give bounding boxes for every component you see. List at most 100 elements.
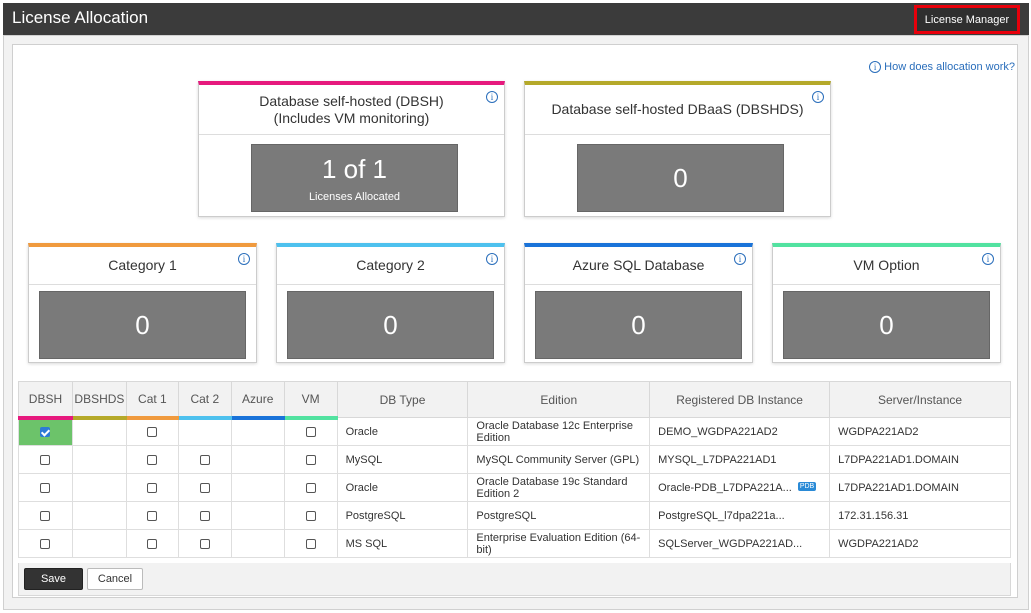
info-icon[interactable]: i <box>486 253 498 265</box>
allocation-cell <box>71 417 127 446</box>
cell-db-type: Oracle <box>336 473 469 502</box>
allocation-checkbox[interactable] <box>147 482 158 493</box>
cancel-button[interactable]: Cancel <box>87 568 143 590</box>
card-value-box: 0 <box>577 144 784 212</box>
allocation-cell <box>230 529 285 558</box>
instance-text: DEMO_WGDPA221AD2 <box>658 425 778 438</box>
allocation-cell[interactable] <box>283 417 338 446</box>
column-header-azure[interactable]: Azure <box>230 381 285 420</box>
column-header-server-instance[interactable]: Server/Instance <box>829 381 1011 418</box>
allocation-cell[interactable] <box>283 445 338 474</box>
column-header-dbsh[interactable]: DBSH <box>18 381 73 420</box>
column-header-registered-db-instance[interactable]: Registered DB Instance <box>649 381 831 418</box>
edition-text: Enterprise Evaluation Edition (64-bit) <box>476 531 641 556</box>
card-vm: VM Option i 0 <box>772 243 1001 363</box>
server-text: L7DPA221AD1.DOMAIN <box>838 481 959 494</box>
top-bar: License Allocation License Manager <box>3 3 1029 35</box>
allocation-checkbox[interactable] <box>147 510 158 521</box>
allocation-checkbox[interactable] <box>305 510 316 521</box>
card-value: 1 of 1 <box>321 153 388 184</box>
table-footer: Save Cancel <box>18 563 1011 596</box>
allocation-checkbox[interactable] <box>305 538 316 549</box>
allocation-checkbox[interactable] <box>305 454 316 465</box>
allocation-cell[interactable] <box>18 473 73 502</box>
card-title-line1: Database self-hosted (DBSH) <box>259 92 444 109</box>
instance-text: Oracle-PDB_L7DPA221A... <box>658 481 792 494</box>
cell-db-type: PostgreSQL <box>336 501 469 530</box>
allocation-cell[interactable] <box>177 529 232 558</box>
allocation-checkbox[interactable] <box>199 482 210 493</box>
allocation-checkbox[interactable] <box>305 427 316 438</box>
info-icon[interactable]: i <box>812 91 824 103</box>
allocation-cell[interactable] <box>283 529 338 558</box>
cell-server: WGDPA221AD2 <box>829 529 1011 558</box>
column-header-edition[interactable]: Edition <box>467 381 651 418</box>
allocation-cell <box>177 417 232 446</box>
cell-edition: Oracle Database 19c Standard Edition 2 <box>467 473 651 502</box>
card-title: Category 2 <box>277 247 504 285</box>
allocation-checkbox[interactable] <box>147 454 158 465</box>
cell-server: L7DPA221AD1.DOMAIN <box>829 473 1011 502</box>
allocation-cell[interactable] <box>283 501 338 530</box>
card-title: Database self-hosted DBaaS (DBSHDS) <box>525 85 830 135</box>
card-value: 0 <box>135 309 150 340</box>
allocation-cell[interactable] <box>125 417 179 446</box>
info-icon[interactable]: i <box>486 91 498 103</box>
column-header-cat-2[interactable]: Cat 2 <box>177 381 232 420</box>
allocation-cell[interactable] <box>18 501 73 530</box>
allocation-checkbox[interactable] <box>199 510 210 521</box>
server-text: WGDPA221AD2 <box>838 425 919 438</box>
allocation-checkbox[interactable] <box>147 538 158 549</box>
allocation-cell <box>230 501 285 530</box>
card-dbsh: Database self-hosted (DBSH) (Includes VM … <box>198 81 505 217</box>
allocation-checkbox[interactable] <box>40 427 51 438</box>
info-icon[interactable]: i <box>734 253 746 265</box>
card-value-box: 0 <box>287 291 494 359</box>
allocation-cell[interactable] <box>125 501 179 530</box>
card-value-box: 0 <box>39 291 246 359</box>
column-header-cat-1[interactable]: Cat 1 <box>125 381 179 420</box>
card-cat1: Category 1 i 0 <box>28 243 257 363</box>
cell-edition: PostgreSQL <box>467 501 651 530</box>
allocation-cell[interactable] <box>125 445 179 474</box>
allocation-checkbox[interactable] <box>40 454 51 465</box>
allocation-cell[interactable] <box>177 501 232 530</box>
allocation-cell[interactable] <box>125 473 179 502</box>
allocation-checkbox[interactable] <box>305 482 316 493</box>
card-title-line1: Database self-hosted DBaaS (DBSHDS) <box>551 101 804 117</box>
column-header-db-type[interactable]: DB Type <box>336 381 469 418</box>
column-header-dbshds[interactable]: DBSHDS <box>71 381 127 420</box>
card-title-line1: Category 1 <box>108 257 177 273</box>
allocation-checkbox[interactable] <box>199 538 210 549</box>
allocation-cell[interactable] <box>18 417 73 446</box>
allocation-checkbox[interactable] <box>147 427 158 438</box>
license-table: DBSH DBSHDS Cat 1 Cat 2 Azure VM DB Type Editio… <box>18 381 1011 558</box>
info-icon[interactable]: i <box>238 253 250 265</box>
edition-text: Oracle Database 12c Enterprise Edition <box>476 419 633 444</box>
save-button[interactable]: Save <box>24 568 83 590</box>
table-row: Oracle Oracle Database 12c Enterprise Edi… <box>18 417 1011 446</box>
table-row: MS SQL Enterprise Evaluation Edition (64-… <box>18 529 1011 558</box>
license-manager-button[interactable]: License Manager <box>914 5 1020 34</box>
allocation-cell[interactable] <box>177 445 232 474</box>
allocation-checkbox[interactable] <box>199 454 210 465</box>
card-value: 0 <box>383 309 398 340</box>
allocation-cell[interactable] <box>18 445 73 474</box>
card-title-line1: VM Option <box>853 257 920 273</box>
allocation-checkbox[interactable] <box>40 482 51 493</box>
cell-server: 172.31.156.31 <box>829 501 1011 530</box>
card-title: Azure SQL Database <box>525 247 752 285</box>
allocation-checkbox[interactable] <box>40 538 51 549</box>
column-header-vm[interactable]: VM <box>283 381 338 420</box>
info-icon[interactable]: i <box>982 253 994 265</box>
card-value: 0 <box>673 162 688 193</box>
card-title: Category 1 <box>29 247 256 285</box>
card-value-box: 0 <box>535 291 742 359</box>
allocation-cell[interactable] <box>177 473 232 502</box>
allocation-cell[interactable] <box>18 529 73 558</box>
allocation-checkbox[interactable] <box>40 510 51 521</box>
allocation-cell[interactable] <box>125 529 179 558</box>
allocation-cell[interactable] <box>283 473 338 502</box>
how-allocation-works-link[interactable]: i How does allocation work? <box>869 61 1015 73</box>
cell-server: WGDPA221AD2 <box>829 417 1011 446</box>
